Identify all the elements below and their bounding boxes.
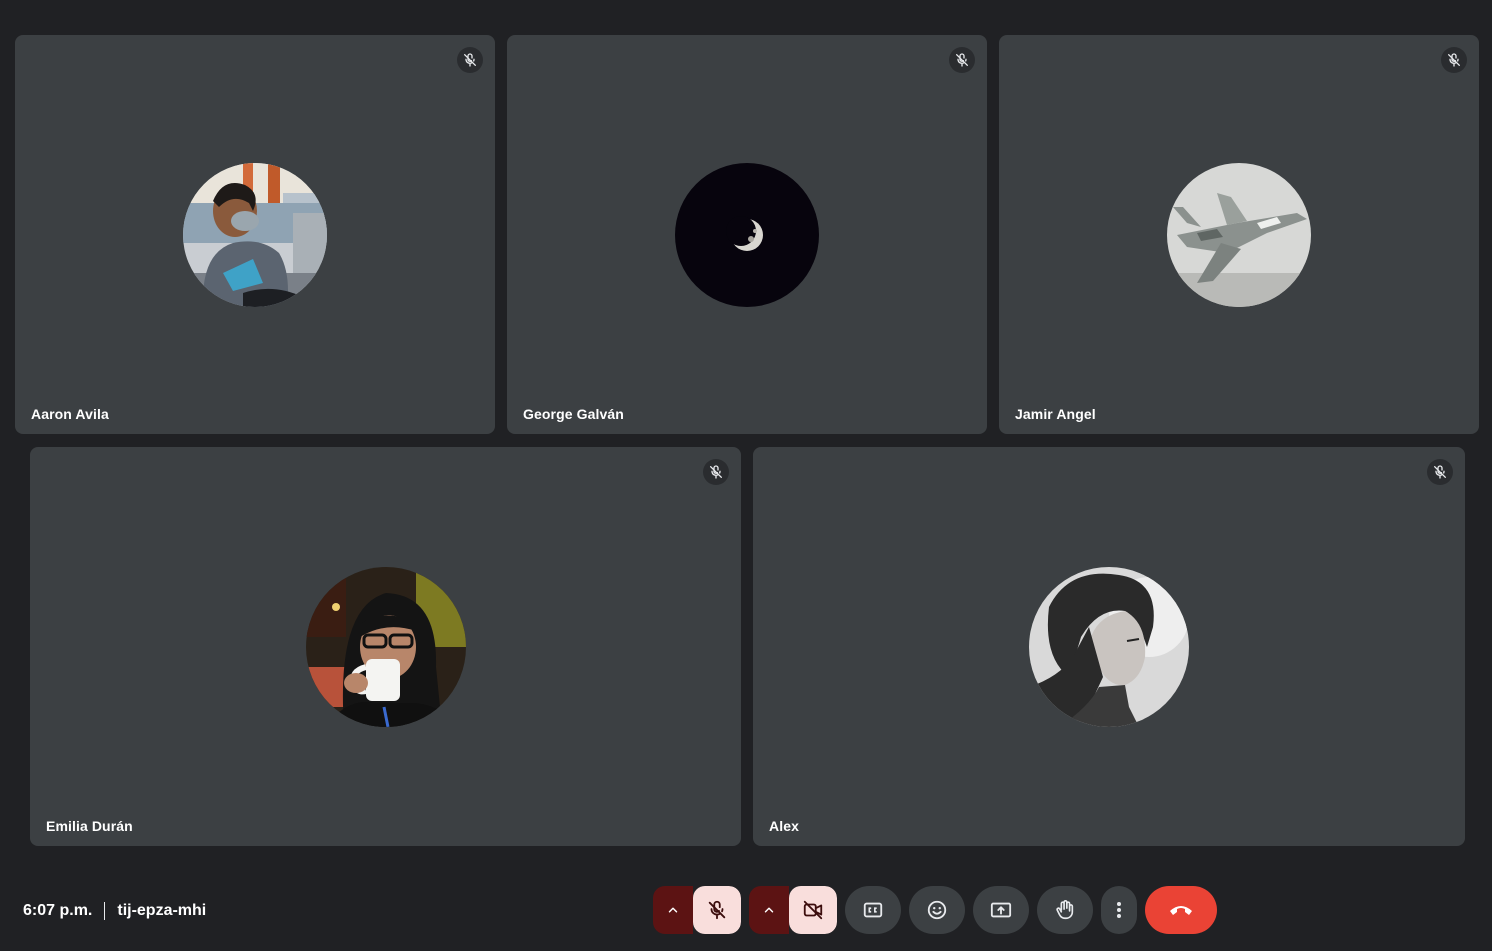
mic-off-icon <box>457 47 483 73</box>
divider <box>104 902 106 920</box>
more-vert-icon <box>1117 902 1121 918</box>
participant-name: George Galván <box>523 406 624 422</box>
call-controls <box>653 886 1217 934</box>
participant-tile-aaron[interactable]: Aaron Avila <box>15 35 495 434</box>
reactions-button[interactable] <box>909 886 965 934</box>
participant-tile-george[interactable]: George Galván <box>507 35 987 434</box>
video-options-button[interactable] <box>749 886 789 934</box>
avatar <box>1029 567 1189 727</box>
camera-button[interactable] <box>789 886 837 934</box>
avatar <box>306 567 466 727</box>
participant-name: Alex <box>769 818 799 834</box>
audio-options-button[interactable] <box>653 886 693 934</box>
participant-tile-jamir[interactable]: Jamir Angel <box>999 35 1479 434</box>
avatar <box>183 163 327 307</box>
mic-off-icon <box>708 900 726 920</box>
mic-off-icon <box>703 459 729 485</box>
emoji-icon <box>927 900 947 920</box>
chevron-up-icon <box>764 907 774 913</box>
captions-button[interactable] <box>845 886 901 934</box>
meet-stage: Aaron Avila George Galván Jamir Angel Em… <box>0 0 1492 951</box>
participant-tile-emilia[interactable]: Emilia Durán <box>30 447 741 846</box>
avatar <box>1167 163 1311 307</box>
avatar <box>675 163 819 307</box>
participant-name: Aaron Avila <box>31 406 109 422</box>
meeting-info: 6:07 p.m. tij-epza-mhi <box>23 899 206 923</box>
call-end-icon <box>1170 906 1192 915</box>
present-screen-icon <box>990 902 1012 918</box>
chevron-up-icon <box>668 907 678 913</box>
participant-name: Emilia Durán <box>46 818 133 834</box>
meeting-time: 6:07 p.m. <box>23 902 93 919</box>
closed-captions-icon <box>863 902 883 918</box>
mic-off-icon <box>1427 459 1453 485</box>
videocam-off-icon <box>803 900 823 920</box>
mic-off-icon <box>949 47 975 73</box>
more-options-button[interactable] <box>1101 886 1137 934</box>
meeting-code[interactable]: tij-epza-mhi <box>117 902 206 920</box>
participant-name: Jamir Angel <box>1015 406 1096 422</box>
raise-hand-button[interactable] <box>1037 886 1093 934</box>
microphone-button[interactable] <box>693 886 741 934</box>
video-control-group <box>749 886 837 934</box>
hand-icon <box>1056 900 1074 920</box>
mic-off-icon <box>1441 47 1467 73</box>
participant-tile-alex[interactable]: Alex <box>753 447 1465 846</box>
present-button[interactable] <box>973 886 1029 934</box>
audio-control-group <box>653 886 741 934</box>
leave-call-button[interactable] <box>1145 886 1217 934</box>
